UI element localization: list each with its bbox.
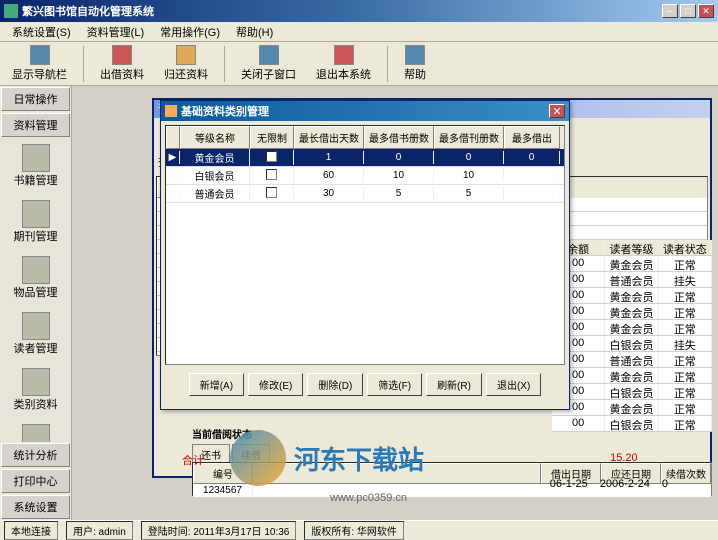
readers-icon: [22, 312, 50, 340]
col-renewcount: 续借次数: [661, 463, 711, 484]
sidebar-items[interactable]: 物品管理: [0, 250, 71, 306]
modal-title: 基础资料类别管理: [181, 103, 549, 119]
lend-button[interactable]: 出借资料: [94, 43, 150, 84]
menu-help[interactable]: 帮助(H): [228, 22, 281, 42]
btn-refresh[interactable]: 刷新(R): [426, 373, 482, 396]
table-row[interactable]: 普通会员3055: [166, 185, 564, 203]
minimize-button[interactable]: ─: [662, 4, 678, 18]
sidebar-offshelf[interactable]: 资料下架管理: [0, 418, 71, 442]
watermark-text: 河东下载站: [294, 440, 424, 477]
exit-button[interactable]: 退出本系统: [310, 43, 377, 84]
sidebar-stats[interactable]: 统计分析: [1, 443, 70, 467]
nav-icon: [30, 45, 50, 65]
periodical-icon: [22, 200, 50, 228]
table-row[interactable]: 00白银会员正常: [552, 384, 712, 400]
help-button[interactable]: 帮助: [398, 43, 432, 84]
menu-ops[interactable]: 常用操作(G): [152, 22, 228, 42]
table-row[interactable]: 00白银会员正常: [552, 416, 712, 432]
checkbox[interactable]: [266, 169, 277, 180]
table-row[interactable]: 白银会员601010: [166, 167, 564, 185]
table-row[interactable]: 00黄金会员正常: [552, 368, 712, 384]
books-icon: [22, 144, 50, 172]
btn-exit[interactable]: 退出(X): [486, 373, 541, 396]
sidebar-settings[interactable]: 系统设置: [1, 495, 70, 519]
status-time: 登陆时间: 2011年3月17日 10:36: [141, 521, 297, 540]
return-button[interactable]: 归还资料: [158, 43, 214, 84]
reader-detail-table: 余额 读者等级 读者状态 00黄金会员正常00普通会员挂失00黄金会员正常00黄…: [552, 240, 712, 432]
close-button[interactable]: ✕: [698, 4, 714, 18]
main-titlebar: 繁兴图书馆自动化管理系统 ─ □ ✕: [0, 0, 718, 22]
sidebar-group-daily[interactable]: 日常操作: [1, 87, 70, 111]
items-icon: [22, 256, 50, 284]
status-user: 用户: admin: [66, 521, 133, 540]
exit-icon: [334, 45, 354, 65]
watermark-logo-icon: [230, 430, 286, 486]
total-label: 合计: [182, 452, 204, 468]
table-row[interactable]: 00普通会员正常: [552, 352, 712, 368]
sidebar: 日常操作 资料管理 书籍管理 期刊管理 物品管理 读者管理 类别资料 资料下架管…: [0, 86, 72, 520]
nav-toggle-button[interactable]: 显示导航栏: [6, 43, 73, 84]
col-maxmags[interactable]: 最多借刊册数: [434, 126, 504, 149]
help-icon: [405, 45, 425, 65]
watermark-url: www.pc0359.cn: [330, 492, 407, 504]
table-row[interactable]: ▶黄金会员1000: [166, 149, 564, 167]
table-row[interactable]: 00黄金会员正常: [552, 304, 712, 320]
btn-delete[interactable]: 删除(D): [307, 373, 363, 396]
table-row[interactable]: 00黄金会员正常: [552, 320, 712, 336]
col-status: 读者状态: [659, 240, 712, 255]
col-maxbooks[interactable]: 最多借书册数: [364, 126, 434, 149]
sidebar-print[interactable]: 打印中心: [1, 469, 70, 493]
app-title: 繁兴图书馆自动化管理系统: [22, 3, 662, 19]
col-maxdays[interactable]: 最长借出天数: [294, 126, 364, 149]
lend-icon: [112, 45, 132, 65]
modal-icon: [165, 105, 177, 117]
close-child-button[interactable]: 关闭子窗口: [235, 43, 302, 84]
checkbox[interactable]: [266, 151, 277, 162]
col-maxout[interactable]: 最多借出: [504, 126, 560, 149]
sidebar-group-data[interactable]: 资料管理: [1, 113, 70, 137]
checkbox[interactable]: [266, 187, 277, 198]
sidebar-periodicals[interactable]: 期刊管理: [0, 194, 71, 250]
main-toolbar: 显示导航栏 出借资料 归还资料 关闭子窗口 退出本系统 帮助: [0, 42, 718, 86]
status-copy: 版权所有: 华网软件: [304, 521, 404, 540]
watermark: 河东下载站: [230, 430, 424, 486]
menu-data[interactable]: 资料管理(L): [79, 22, 152, 42]
category-modal: 基础资料类别管理 ✕ 等级名称 无限制 最长借出天数 最多借书册数 最多借刊册数…: [160, 100, 570, 410]
table-row[interactable]: 00黄金会员正常: [552, 288, 712, 304]
sidebar-books[interactable]: 书籍管理: [0, 138, 71, 194]
col-level-name[interactable]: 等级名称: [180, 126, 250, 149]
return-icon: [176, 45, 196, 65]
menu-system[interactable]: 系统设置(S): [4, 22, 79, 42]
sidebar-categories[interactable]: 类别资料: [0, 362, 71, 418]
modal-close-button[interactable]: ✕: [549, 104, 565, 118]
statusbar: 本地连接 用户: admin 登陆时间: 2011年3月17日 10:36 版权…: [0, 520, 718, 540]
category-icon: [22, 368, 50, 396]
col-level: 读者等级: [605, 240, 658, 255]
sidebar-readers[interactable]: 读者管理: [0, 306, 71, 362]
table-row[interactable]: 00黄金会员正常: [552, 256, 712, 272]
table-row[interactable]: 00白银会员挂失: [552, 336, 712, 352]
status-conn: 本地连接: [4, 521, 58, 540]
table-row[interactable]: 00普通会员挂失: [552, 272, 712, 288]
close-child-icon: [259, 45, 279, 65]
btn-add[interactable]: 新增(A): [189, 373, 244, 396]
app-icon: [4, 4, 18, 18]
btn-edit[interactable]: 修改(E): [248, 373, 303, 396]
btn-filter[interactable]: 筛选(F): [367, 373, 422, 396]
col-unlimited[interactable]: 无限制: [250, 126, 294, 149]
menubar: 系统设置(S) 资料管理(L) 常用操作(G) 帮助(H): [0, 22, 718, 42]
offshelf-icon: [22, 424, 50, 442]
maximize-button[interactable]: □: [680, 4, 696, 18]
table-row[interactable]: 00黄金会员正常: [552, 400, 712, 416]
